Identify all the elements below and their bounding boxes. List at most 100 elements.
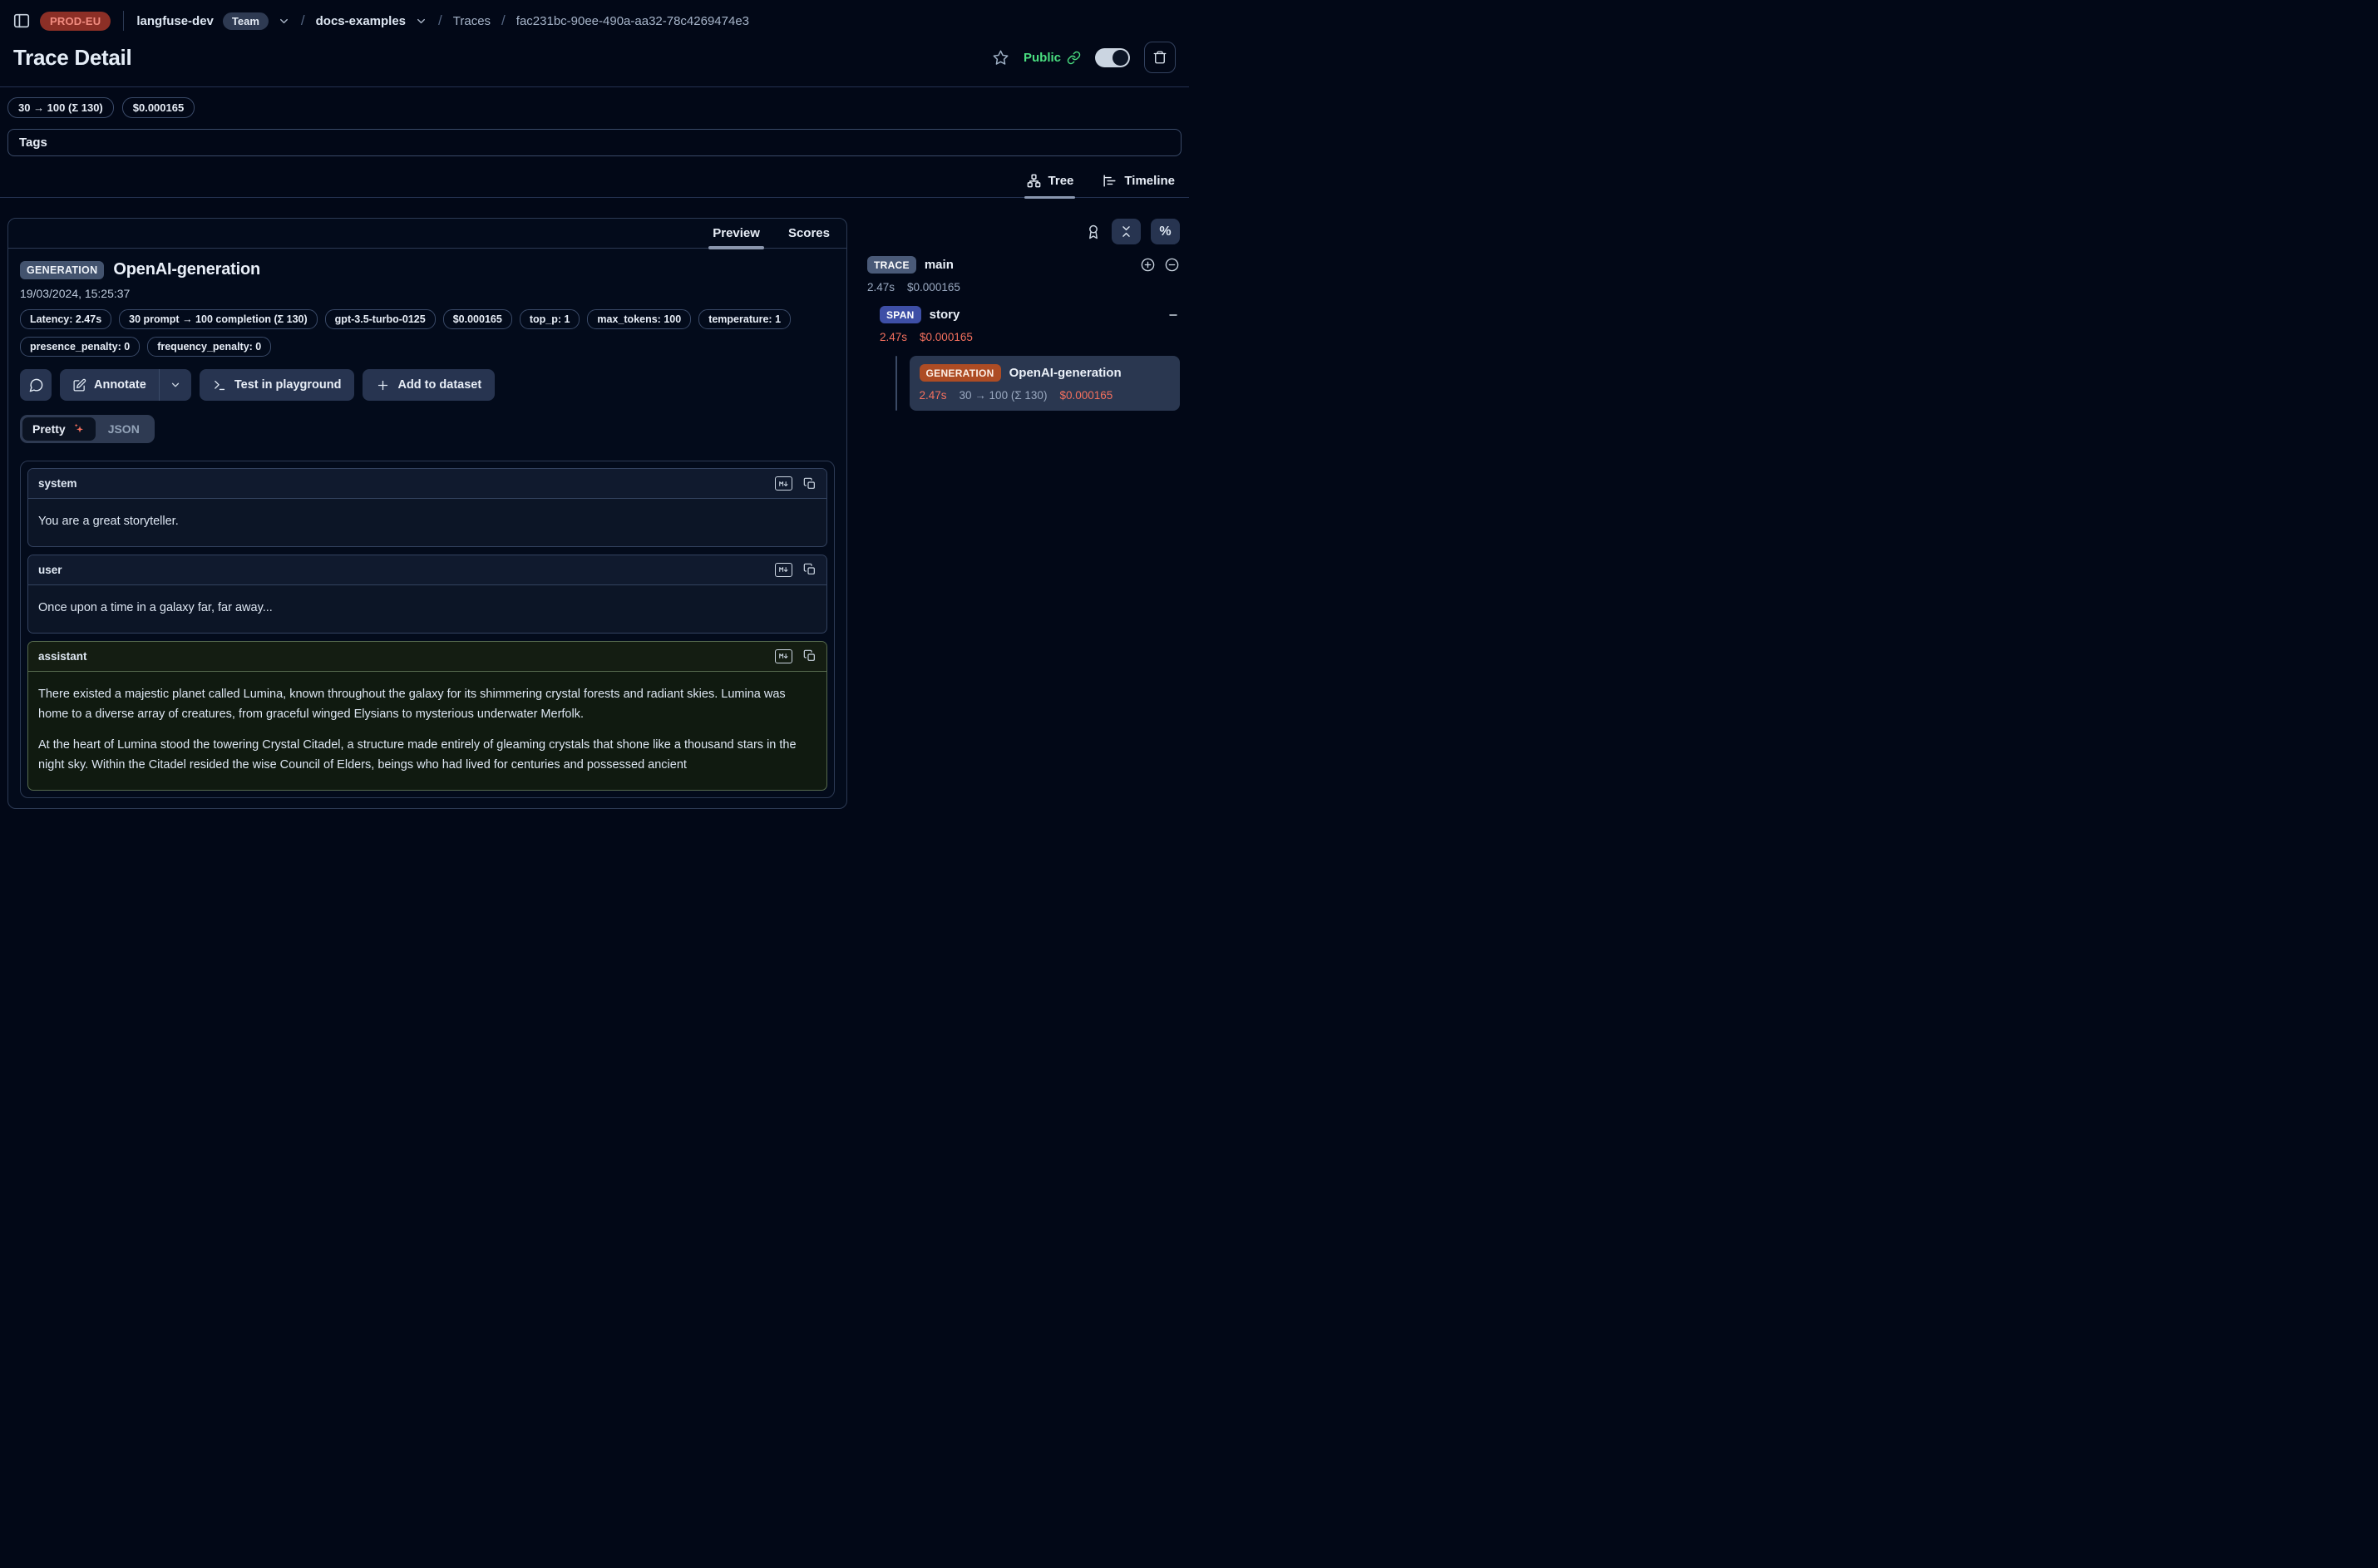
percent-icon: %	[1159, 224, 1171, 239]
markdown-toggle-icon[interactable]	[775, 476, 792, 491]
observation-timestamp: 19/03/2024, 15:25:37	[20, 287, 835, 300]
panel-tabs: Preview Scores	[8, 219, 846, 249]
trace-latency: 2.47s	[867, 281, 895, 293]
tags-box[interactable]: Tags	[7, 129, 1182, 156]
generation-badge: GENERATION	[920, 364, 1001, 382]
tab-scores[interactable]: Scores	[787, 219, 831, 248]
tab-timeline[interactable]: Timeline	[1100, 170, 1177, 197]
tab-timeline-label: Timeline	[1124, 174, 1175, 188]
breadcrumb-org[interactable]: langfuse-dev	[136, 14, 214, 28]
playground-label: Test in playground	[234, 378, 342, 392]
star-icon[interactable]	[992, 49, 1009, 67]
timeline-icon	[1102, 173, 1117, 189]
tab-tree[interactable]: Tree	[1024, 170, 1076, 197]
max-tokens-badge: max_tokens: 100	[587, 309, 691, 329]
chevron-down-icon[interactable]	[278, 15, 290, 27]
comment-icon	[28, 377, 44, 393]
format-pretty-segment[interactable]: Pretty	[22, 417, 96, 441]
cost-badge: $0.000165	[443, 309, 512, 329]
plus-icon	[376, 378, 390, 392]
sparkles-icon	[72, 422, 86, 436]
format-json-segment[interactable]: JSON	[96, 417, 152, 441]
tree-node-generation-selected[interactable]: GENERATION OpenAI-generation 2.47s 30 → …	[910, 356, 1181, 411]
assistant-paragraph: At the heart of Lumina stood the towerin…	[38, 736, 817, 776]
public-label: Public	[1024, 51, 1061, 65]
trace-metrics: 2.47s $0.000165	[867, 281, 1180, 293]
format-toggle: Pretty JSON	[20, 415, 155, 443]
test-in-playground-button[interactable]: Test in playground	[200, 369, 355, 401]
message-role: user	[38, 564, 62, 576]
markdown-toggle-icon[interactable]	[775, 649, 792, 663]
message-user: user Once upon a time in a galaxy far, f…	[27, 555, 827, 634]
pretty-label: Pretty	[32, 422, 66, 436]
tree-connector-line	[895, 356, 897, 411]
public-link[interactable]: Public	[1024, 51, 1081, 65]
top-p-badge: top_p: 1	[520, 309, 580, 329]
breadcrumb-separator: /	[500, 12, 507, 29]
observation-badges: Latency: 2.47s 30 prompt → 100 completio…	[20, 309, 822, 357]
tab-preview[interactable]: Preview	[712, 219, 761, 248]
actions-row: Annotate Test in playground Add to datas…	[20, 369, 835, 401]
breadcrumb-separator: /	[437, 12, 444, 29]
span-cost: $0.000165	[920, 331, 973, 343]
trace-tree-sidebar: % TRACE main 2.47s $0.000165 SPAN story	[867, 218, 1182, 411]
collapse-all-button[interactable]	[1112, 219, 1141, 244]
observation-panel: Preview Scores GENERATION OpenAI-generat…	[7, 218, 847, 809]
span-metrics: 2.47s $0.000165	[880, 331, 1180, 343]
breadcrumb-trace-id: fac231bc-90ee-490a-aa32-78c4269474e3	[516, 14, 749, 28]
markdown-toggle-icon[interactable]	[775, 563, 792, 577]
collapse-node-icon[interactable]	[1167, 308, 1180, 322]
topbar: PROD-EU langfuse-dev Team / docs-example…	[0, 0, 1189, 38]
delete-trace-button[interactable]	[1144, 42, 1176, 73]
assistant-paragraph: There existed a majestic planet called L…	[38, 685, 817, 725]
copy-icon[interactable]	[803, 649, 817, 663]
annotate-dropdown-button[interactable]	[160, 369, 191, 401]
add-to-dataset-button[interactable]: Add to dataset	[363, 369, 495, 401]
add-to-dataset-label: Add to dataset	[397, 378, 481, 392]
messages-container: system You are a great storyteller.	[20, 461, 835, 798]
trace-badge: TRACE	[867, 256, 916, 274]
breadcrumb-traces[interactable]: Traces	[453, 14, 491, 28]
zoom-in-icon[interactable]	[1140, 257, 1156, 273]
generation-cost: $0.000165	[1059, 389, 1113, 402]
trash-icon	[1152, 50, 1167, 65]
trace-name: main	[925, 258, 954, 272]
breadcrumb-separator: /	[299, 12, 307, 29]
token-usage-badge: 30 prompt → 100 completion (Σ 130)	[119, 309, 318, 329]
link-icon	[1067, 51, 1081, 65]
annotate-split-button: Annotate	[60, 369, 191, 401]
metrics-toggle-button[interactable]: %	[1151, 219, 1180, 244]
fold-vertical-icon	[1119, 224, 1133, 239]
award-icon[interactable]	[1085, 224, 1102, 240]
message-content: There existed a majestic planet called L…	[28, 672, 826, 790]
page-title: Trace Detail	[13, 45, 131, 71]
trace-cost-badge: $0.000165	[122, 97, 195, 118]
message-content: Once upon a time in a galaxy far, far aw…	[28, 585, 826, 633]
chevron-down-icon[interactable]	[415, 15, 427, 27]
generation-tokens: 30 → 100 (Σ 130)	[960, 389, 1048, 402]
terminal-icon	[213, 378, 227, 392]
org-type-badge: Team	[223, 12, 269, 30]
tab-tree-label: Tree	[1048, 174, 1074, 188]
message-role: assistant	[38, 650, 87, 663]
annotate-button[interactable]: Annotate	[60, 369, 159, 401]
message-role: system	[38, 477, 77, 490]
chevron-down-icon	[170, 379, 181, 391]
sidebar-toggle-icon[interactable]	[12, 12, 31, 30]
zoom-out-icon[interactable]	[1164, 257, 1180, 273]
public-toggle[interactable]	[1095, 48, 1130, 67]
tree-node-trace[interactable]: TRACE main	[867, 256, 1180, 274]
breadcrumb-project[interactable]: docs-examples	[316, 14, 406, 28]
message-assistant: assistant There existed a majestic plane…	[27, 641, 827, 791]
comment-button[interactable]	[20, 369, 52, 401]
copy-icon[interactable]	[803, 477, 817, 491]
copy-icon[interactable]	[803, 563, 817, 576]
tree-node-span[interactable]: SPAN story	[880, 306, 1180, 323]
tree-icon	[1026, 173, 1042, 189]
message-system: system You are a great storyteller.	[27, 468, 827, 547]
topbar-divider	[123, 11, 124, 31]
tags-label: Tags	[19, 136, 47, 150]
frequency-penalty-badge: frequency_penalty: 0	[147, 337, 271, 357]
presence-penalty-badge: presence_penalty: 0	[20, 337, 140, 357]
generation-metrics: 2.47s 30 → 100 (Σ 130) $0.000165	[920, 389, 1171, 402]
